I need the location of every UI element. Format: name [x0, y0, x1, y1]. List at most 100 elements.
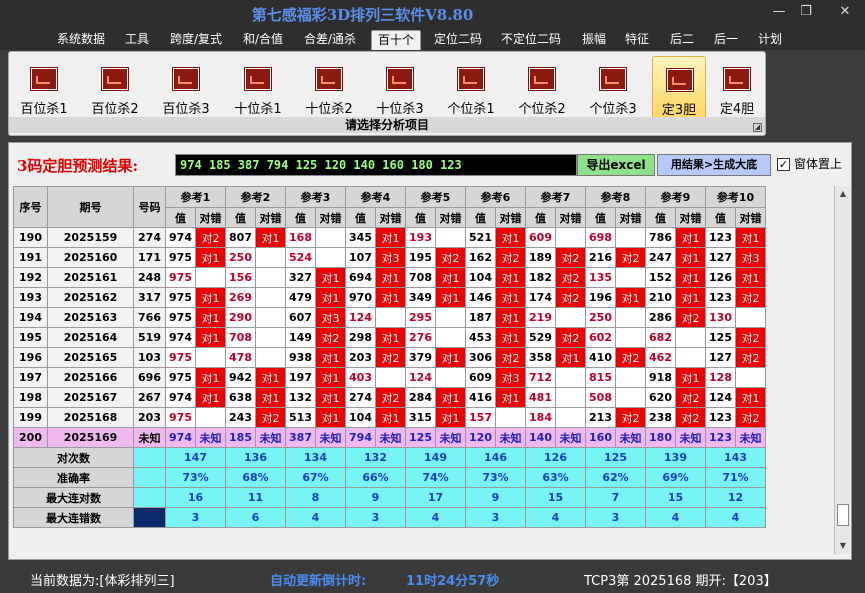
cell-value: 524 [285, 247, 316, 268]
stats-row: 对次数 147 136 134 132 149 146 126 125 139 143 [13, 447, 766, 468]
menu-item-1[interactable]: 工具 [124, 30, 150, 50]
header-value: 值 [525, 207, 556, 228]
ribbon-button-8[interactable]: 个位杀3 [586, 56, 640, 120]
table-row[interactable]: 197 2025166 696 975 对1 942 对1 197 对1 403 124 609 对3 7… [13, 367, 766, 388]
cell-hit: 对1 [195, 367, 226, 388]
cell-value: 481 [525, 387, 556, 408]
minimize-button[interactable]: — [768, 3, 790, 21]
table-row[interactable]: 198 2025167 267 974 对1 638 对1 132 对1 274 对2 284 对1 41… [13, 387, 766, 408]
cell-hit [435, 227, 466, 248]
table-row[interactable]: 191 2025160 171 975 对1 250 524 107 对3 195 对2 162 对2 1… [13, 247, 766, 268]
scrollbar-thumb[interactable] [837, 504, 849, 526]
cell-value: 698 [585, 227, 616, 248]
close-button[interactable]: ✕ [834, 3, 856, 21]
cell-value: 609 [465, 367, 496, 388]
ribbon-button-label: 个位杀1 [447, 102, 495, 117]
generate-bigbase-button[interactable]: 用结果>生成大底 [657, 154, 771, 176]
ribbon-expand-icon[interactable]: ◢ [753, 123, 762, 132]
export-excel-button[interactable]: 导出excel [577, 154, 655, 176]
stats-value: 147 [165, 447, 226, 468]
scroll-up-icon[interactable]: ▲ [835, 186, 851, 202]
cell-hit [555, 407, 586, 428]
ribbon-button-4[interactable]: 十位杀2 [302, 56, 356, 120]
chart-icon [723, 67, 751, 91]
menu-item-3[interactable]: 和/合值 [241, 30, 285, 50]
cell-value: 682 [645, 327, 676, 348]
table-row[interactable]: 192 2025161 248 975 156 327 对1 694 对1 708 对1 104 对1 1… [13, 267, 766, 288]
menu-item-10[interactable]: 后二 [669, 30, 695, 50]
cell-hit: 对2 [255, 407, 286, 428]
header-hit: 对错 [615, 207, 646, 228]
menu-item-9[interactable]: 特征 [624, 30, 650, 50]
cell-value: 132 [285, 387, 316, 408]
table-row[interactable]: 199 2025168 203 975 243 对2 513 对1 104 对1 315 对1 157 1… [13, 407, 766, 428]
header-ref-4: 参考4 [345, 186, 406, 208]
ribbon-button-6[interactable]: 个位杀1 [444, 56, 498, 120]
cell-value: 125 [705, 327, 736, 348]
chart-icon [386, 67, 414, 91]
cell-value: 269 [225, 287, 256, 308]
cell-value: 403 [345, 367, 376, 388]
cell-hit: 对2 [495, 247, 526, 268]
cell-number: 696 [133, 367, 166, 388]
cell-hit: 对1 [255, 367, 286, 388]
menu-item-6[interactable]: 定位二码 [433, 30, 483, 50]
header-ref-10: 参考10 [705, 186, 766, 208]
table-row[interactable]: 193 2025162 317 975 对1 269 479 对1 970 对1 349 对1 146 对… [13, 287, 766, 308]
table-row[interactable]: 190 2025159 274 974 对2 807 对1 168 345 对1 193 521 对1 6… [13, 227, 766, 248]
ribbon-button-2[interactable]: 百位杀3 [159, 56, 213, 120]
ribbon-button-7[interactable]: 个位杀2 [515, 56, 569, 120]
cell-hit: 对1 [315, 267, 346, 288]
stats-label: 准确率 [13, 467, 134, 488]
cell-hit [375, 307, 406, 328]
cell-value: 379 [405, 347, 436, 368]
menu-item-11[interactable]: 后一 [713, 30, 739, 50]
ribbon-button-label: 百位杀1 [20, 102, 68, 117]
ribbon-button-5[interactable]: 十位杀3 [373, 56, 427, 120]
checkbox-icon[interactable]: ✓ [777, 158, 790, 171]
ribbon-button-1[interactable]: 百位杀2 [88, 56, 142, 120]
menu-item-4[interactable]: 合差/通杀 [302, 30, 358, 50]
cell-hit: 对2 [555, 267, 586, 288]
cell-hit: 对1 [375, 227, 406, 248]
prediction-result-field[interactable]: 974 185 387 794 125 120 140 160 180 123 [175, 154, 577, 176]
maximize-button[interactable]: ❐ [795, 3, 817, 21]
cell-hit: 对2 [735, 287, 766, 308]
cell-value: 974 [165, 227, 196, 248]
scroll-down-icon[interactable]: ▼ [835, 538, 851, 554]
cell-value: 135 [585, 267, 616, 288]
menu-item-7[interactable]: 不定位二码 [499, 30, 563, 50]
menu-item-5[interactable]: 百十个 [371, 30, 421, 50]
cell-value: 243 [225, 407, 256, 428]
cell-value: 127 [705, 247, 736, 268]
cell-hit: 对1 [675, 287, 706, 308]
stats-label: 最大连错数 [13, 507, 134, 528]
ribbon-button-0[interactable]: 百位杀1 [17, 56, 71, 120]
cell-number: 519 [133, 327, 166, 348]
menu-item-2[interactable]: 跨度/复式 [168, 30, 224, 50]
cell-hit: 对2 [735, 327, 766, 348]
stats-blank-cell [133, 467, 166, 488]
cell-value: 127 [705, 347, 736, 368]
ribbon-button-9[interactable]: 定3胆 [652, 56, 706, 120]
prediction-row[interactable]: 200 2025169 未知 974 未知 185 未知 387 未知 794 未知 125 未知 120… [13, 427, 766, 448]
menu-item-12[interactable]: 计划 [757, 30, 783, 50]
header-ref-9: 参考9 [645, 186, 706, 208]
ribbon-button-3[interactable]: 十位杀1 [231, 56, 285, 120]
cell-predicted-value: 120 [465, 427, 496, 448]
cell-hit [735, 367, 766, 388]
cell-hit [255, 327, 286, 348]
table-row[interactable]: 195 2025164 519 974 对1 708 149 对2 298 对1 276 453 对1 5… [13, 327, 766, 348]
ribbon-button-10[interactable]: 定4胆 [710, 56, 764, 120]
window-ontop-checkbox[interactable]: ✓ 窗体置上 [777, 155, 842, 172]
cell-value: 149 [285, 327, 316, 348]
menu-item-8[interactable]: 振幅 [581, 30, 607, 50]
cell-hit [375, 367, 406, 388]
vertical-scrollbar[interactable]: ▲ ▼ [834, 186, 850, 554]
menu-item-0[interactable]: 系统数据 [56, 30, 106, 50]
table-row[interactable]: 196 2025165 103 975 478 938 对1 203 对2 379 对1 306 对2 3… [13, 347, 766, 368]
cell-hit: 对3 [735, 247, 766, 268]
cell-hit: 对1 [615, 287, 646, 308]
table-row[interactable]: 194 2025163 766 975 对1 290 607 对3 124 295 187 对1 219… [13, 307, 766, 328]
cell-hit [555, 307, 586, 328]
